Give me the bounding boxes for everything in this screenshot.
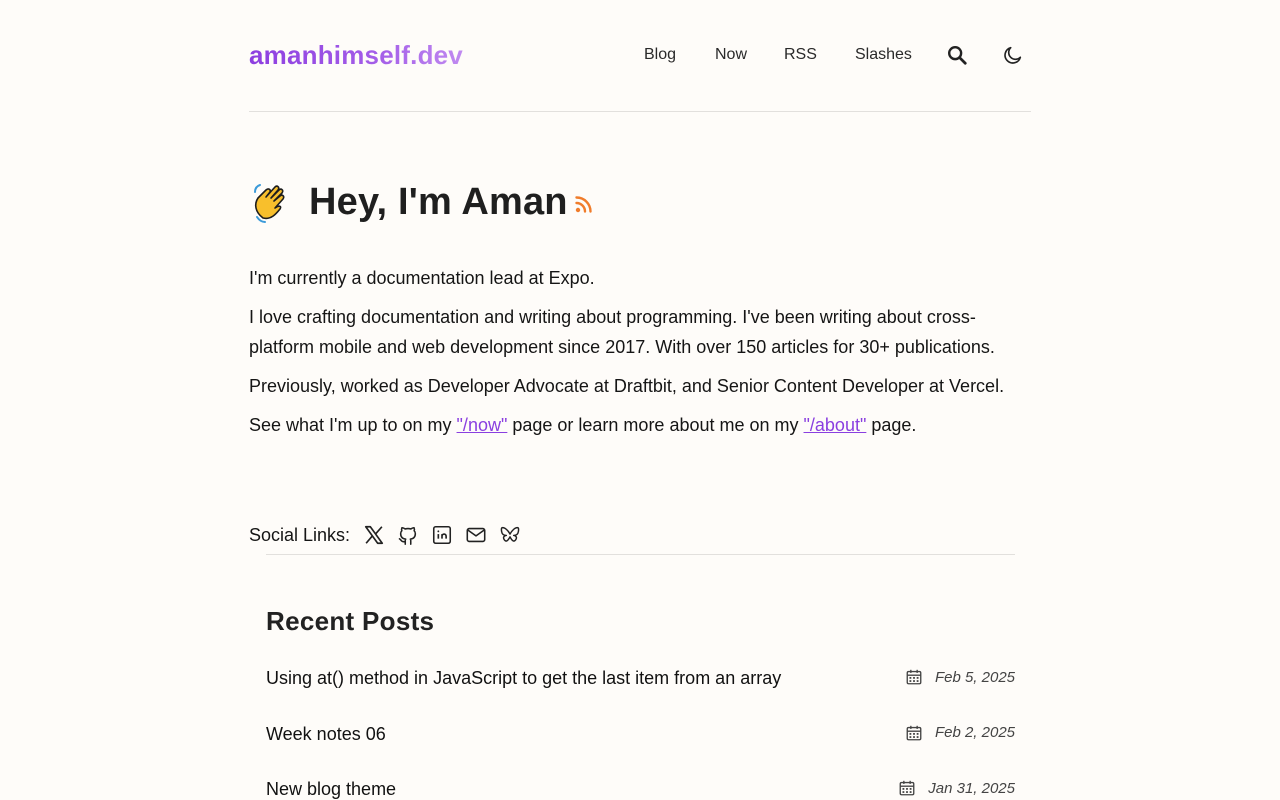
search-icon[interactable] bbox=[945, 43, 969, 67]
mail-icon[interactable] bbox=[464, 523, 488, 547]
post-date: Jan 31, 2025 bbox=[898, 779, 1015, 797]
post-date-text: Jan 31, 2025 bbox=[928, 779, 1015, 797]
intro: I'm currently a documentation lead at Ex… bbox=[249, 264, 1024, 450]
waving-hand-icon bbox=[249, 178, 297, 226]
github-icon[interactable] bbox=[396, 523, 420, 547]
list-item: New blog theme Jan 31, 2025 bbox=[266, 773, 1015, 800]
bluesky-icon[interactable] bbox=[498, 523, 522, 547]
social-label: Social Links: bbox=[249, 524, 351, 545]
nav-slashes[interactable]: Slashes bbox=[855, 44, 912, 66]
about-link[interactable]: "/about" bbox=[804, 415, 867, 435]
post-link[interactable]: Week notes 06 bbox=[266, 724, 386, 745]
hero: Hey, I'm Aman bbox=[249, 176, 594, 228]
nav-blog[interactable]: Blog bbox=[644, 44, 676, 66]
linkedin-icon[interactable] bbox=[430, 523, 454, 547]
moon-icon[interactable] bbox=[1001, 43, 1025, 67]
post-link[interactable]: New blog theme bbox=[266, 779, 396, 800]
rss-icon[interactable] bbox=[574, 194, 594, 219]
intro-text: page. bbox=[866, 414, 917, 435]
x-icon[interactable] bbox=[362, 523, 386, 547]
intro-paragraph-links: See what I'm up to on my "/now" page or … bbox=[249, 411, 1024, 441]
main-nav: Blog Now RSS Slashes bbox=[249, 44, 1031, 68]
section-divider bbox=[266, 554, 1015, 555]
recent-posts-list: Using at() method in JavaScript to get t… bbox=[266, 662, 1015, 800]
calendar-icon bbox=[899, 780, 915, 796]
intro-text: See what I'm up to on my bbox=[249, 414, 457, 435]
post-date: Feb 2, 2025 bbox=[905, 724, 1015, 742]
post-date-text: Feb 2, 2025 bbox=[934, 724, 1015, 741]
social-links: Social Links: bbox=[249, 520, 532, 550]
page: amanhimself.dev Blog Now RSS Slashes Hey… bbox=[0, 0, 1280, 800]
nav-now[interactable]: Now bbox=[715, 44, 747, 66]
list-item: Week notes 06 Feb 2, 2025 bbox=[266, 718, 1015, 774]
intro-paragraph: I love crafting documentation and writin… bbox=[249, 307, 995, 357]
post-link[interactable]: Using at() method in JavaScript to get t… bbox=[266, 668, 781, 689]
calendar-icon bbox=[906, 669, 922, 685]
intro-paragraph: I'm currently a documentation lead at Ex… bbox=[249, 268, 595, 288]
page-title: Hey, I'm Aman bbox=[309, 180, 568, 223]
nav-rss[interactable]: RSS bbox=[784, 44, 817, 66]
post-date: Feb 5, 2025 bbox=[905, 668, 1015, 686]
now-link[interactable]: "/now" bbox=[457, 415, 508, 435]
calendar-icon bbox=[906, 725, 922, 740]
post-date-text: Feb 5, 2025 bbox=[934, 668, 1015, 686]
list-item: Using at() method in JavaScript to get t… bbox=[266, 662, 1015, 718]
intro-paragraph: Previously, worked as Developer Advocate… bbox=[249, 375, 1005, 396]
recent-posts-heading: Recent Posts bbox=[266, 606, 435, 636]
intro-text: page or learn more about me on my bbox=[507, 414, 804, 435]
site-header: amanhimself.dev Blog Now RSS Slashes bbox=[249, 0, 1031, 112]
